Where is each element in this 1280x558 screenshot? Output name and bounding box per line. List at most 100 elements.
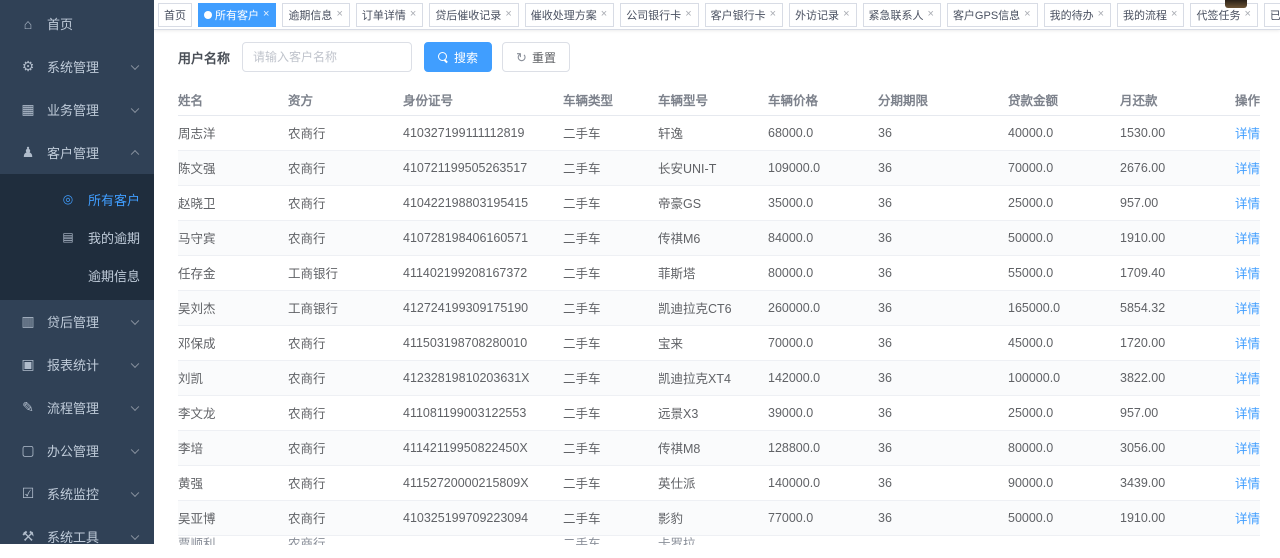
cell-action: 详情 xyxy=(1220,395,1260,430)
tab-label: 催收处理方案 xyxy=(531,7,597,23)
cell-monthly: 3822.00 xyxy=(1120,360,1220,395)
cell-vehicle_type: 二手车 xyxy=(563,360,658,395)
cell-vehicle_model: 传祺M6 xyxy=(658,220,768,255)
cell-funder: 工商银行 xyxy=(288,255,403,290)
detail-link[interactable]: 详情 xyxy=(1235,477,1260,491)
detail-link[interactable]: 详情 xyxy=(1235,372,1260,386)
reset-button[interactable]: ↻ 重置 xyxy=(502,42,570,72)
sidebar-item-report-stats[interactable]: ▣报表统计 xyxy=(0,343,154,386)
sidebar-item-business-mgmt[interactable]: ▦业务管理 xyxy=(0,88,154,131)
search-form: 用户名称 搜索 ↻ 重置 xyxy=(178,42,1280,72)
sidebar-item-home[interactable]: ⌂首页 xyxy=(0,2,154,45)
sidebar-menu: ⌂首页⚙系统管理▦业务管理♟客户管理 ◎所有客户▤我的逾期逾期信息 ▥贷后管理▣报表… xyxy=(0,0,154,558)
cell-monthly: 1910.00 xyxy=(1120,500,1220,535)
detail-link[interactable]: 详情 xyxy=(1235,337,1260,351)
cell-action: 详情 xyxy=(1220,220,1260,255)
table-header-row: 姓名资方身份证号车辆类型车辆型号车辆价格分期期限贷款金额月还款操作 xyxy=(178,85,1260,115)
search-button-label: 搜索 xyxy=(454,49,478,66)
sidebar-item-all-customers[interactable]: ◎所有客户 xyxy=(0,180,154,218)
tab-collect-records[interactable]: 贷后催收记录× xyxy=(429,3,518,27)
overdue-doc-icon: ▤ xyxy=(60,230,76,244)
tab-all-customers[interactable]: 所有客户× xyxy=(198,3,276,27)
sidebar-item-office-mgmt[interactable]: ▢办公管理 xyxy=(0,429,154,472)
tab-label: 已办任务 xyxy=(1270,7,1280,23)
tab-company-cards[interactable]: 公司银行卡× xyxy=(620,3,698,27)
detail-link[interactable]: 详情 xyxy=(1235,512,1260,526)
cell-funder: 农商行 xyxy=(288,465,403,500)
tab-customer-cards[interactable]: 客户银行卡× xyxy=(705,3,783,27)
sidebar-item-system-tools[interactable]: ⚒系统工具 xyxy=(0,515,154,558)
tab-close-icon[interactable]: × xyxy=(1023,9,1031,20)
tab-close-icon[interactable]: × xyxy=(684,9,692,20)
tab-close-icon[interactable]: × xyxy=(335,9,343,20)
cell-id_number: 411503198708280010 xyxy=(403,325,563,360)
cell-monthly: 1709.40 xyxy=(1120,255,1220,290)
tab-close-icon[interactable]: × xyxy=(842,9,850,20)
cell-vehicle_type: 二手车 xyxy=(563,115,658,150)
detail-link[interactable]: 详情 xyxy=(1235,302,1260,316)
cell-loan: 90000.0 xyxy=(1008,465,1120,500)
tab-my-todo[interactable]: 我的待办× xyxy=(1044,3,1111,27)
table-row: 李文龙农商行411081199003122553二手车远景X339000.036… xyxy=(178,395,1260,430)
detail-link[interactable]: 详情 xyxy=(1235,127,1260,141)
sidebar-item-overdue-info[interactable]: 逾期信息 xyxy=(0,256,154,294)
cell-id_number: 411081199003122553 xyxy=(403,395,563,430)
sidebar-item-process-mgmt[interactable]: ✎流程管理 xyxy=(0,386,154,429)
detail-link[interactable]: 详情 xyxy=(1235,162,1260,176)
tab-close-icon[interactable]: × xyxy=(1170,9,1178,20)
sidebar-item-label: 首页 xyxy=(47,14,73,33)
tab-close-icon[interactable]: × xyxy=(927,9,935,20)
column-header: 车辆类型 xyxy=(563,85,658,115)
customer-name-input[interactable] xyxy=(242,42,412,72)
cell-id_number: 41142119950822450X xyxy=(403,430,563,465)
sidebar-item-my-overdue[interactable]: ▤我的逾期 xyxy=(0,218,154,256)
tab-close-icon[interactable]: × xyxy=(1097,9,1105,20)
tab-close-icon[interactable]: × xyxy=(409,9,417,20)
partial-cell: 二手车 xyxy=(563,536,658,545)
detail-link[interactable]: 详情 xyxy=(1235,407,1260,421)
tab-sign-tasks[interactable]: 代签任务× xyxy=(1190,3,1257,27)
tab-close-icon[interactable]: × xyxy=(504,9,512,20)
tab-close-icon[interactable]: × xyxy=(1243,9,1251,20)
gear-icon: ⚙ xyxy=(20,58,36,75)
partial-cell: 贾顺利 xyxy=(178,536,288,545)
partial-cell: 农商行 xyxy=(288,536,403,545)
cell-name: 刘凯 xyxy=(178,360,288,395)
cell-vehicle_model: 远景X3 xyxy=(658,395,768,430)
tab-emergency-contacts[interactable]: 紧急联系人× xyxy=(863,3,941,27)
detail-link[interactable]: 详情 xyxy=(1235,267,1260,281)
sidebar-item-postloan-mgmt[interactable]: ▥贷后管理 xyxy=(0,300,154,343)
cell-term: 36 xyxy=(878,220,1008,255)
cell-name: 黄强 xyxy=(178,465,288,500)
tab-customer-gps[interactable]: 客户GPS信息× xyxy=(947,3,1038,27)
tab-done-tasks[interactable]: 已办任务× xyxy=(1264,3,1280,27)
search-button[interactable]: 搜索 xyxy=(424,42,492,72)
tab-collect-plans[interactable]: 催收处理方案× xyxy=(525,3,614,27)
detail-link[interactable]: 详情 xyxy=(1235,442,1260,456)
detail-link[interactable]: 详情 xyxy=(1235,232,1260,246)
cell-action: 详情 xyxy=(1220,500,1260,535)
tab-close-icon[interactable]: × xyxy=(600,9,608,20)
chevron-down-icon xyxy=(131,359,139,367)
sidebar-item-label: 逾期信息 xyxy=(88,266,140,285)
cell-term: 36 xyxy=(878,395,1008,430)
tab-close-icon[interactable]: × xyxy=(769,9,777,20)
table-row: 邓保成农商行411503198708280010二手车宝来70000.03645… xyxy=(178,325,1260,360)
cell-monthly xyxy=(1120,535,1220,545)
cell-action: 详情 xyxy=(1220,360,1260,395)
detail-link[interactable]: 详情 xyxy=(1235,197,1260,211)
cell-vehicle_type: 二手车 xyxy=(563,430,658,465)
tab-overdue-info[interactable]: 逾期信息× xyxy=(282,3,349,27)
sidebar-item-system-monitor[interactable]: ☑系统监控 xyxy=(0,472,154,515)
tab-my-process[interactable]: 我的流程× xyxy=(1117,3,1184,27)
sidebar-item-label: 贷后管理 xyxy=(47,312,99,331)
tab-close-icon[interactable]: × xyxy=(262,9,270,20)
tab-visit-records[interactable]: 外访记录× xyxy=(789,3,856,27)
tab-label: 紧急联系人 xyxy=(869,7,924,23)
tab-order-detail[interactable]: 订单详情× xyxy=(356,3,423,27)
sidebar-item-customer-mgmt[interactable]: ♟客户管理 xyxy=(0,131,154,174)
tab-home[interactable]: 首页 xyxy=(158,3,192,27)
sidebar-item-system-mgmt[interactable]: ⚙系统管理 xyxy=(0,45,154,88)
column-header: 车辆型号 xyxy=(658,85,768,115)
search-field-label: 用户名称 xyxy=(178,48,230,67)
